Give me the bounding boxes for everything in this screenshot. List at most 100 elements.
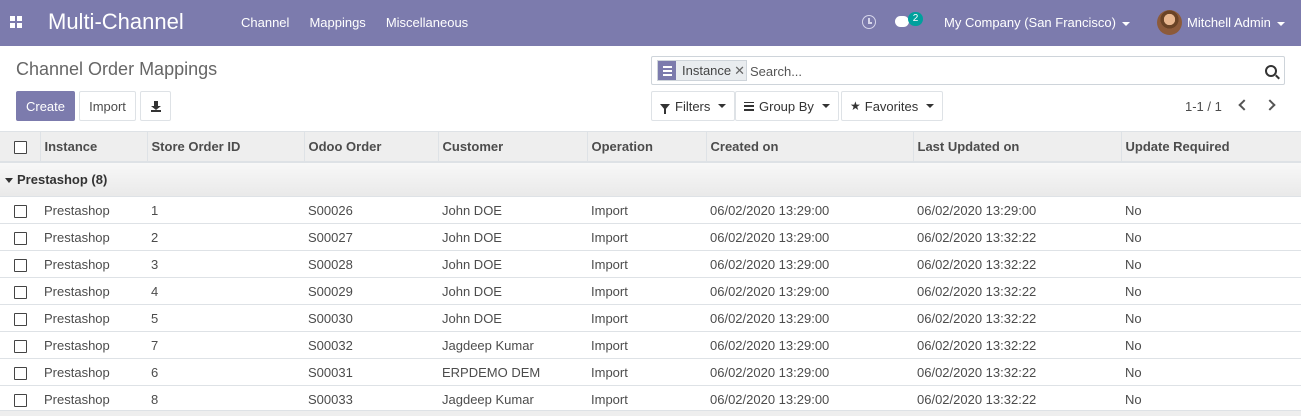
apps-menu-icon[interactable] [10,16,22,28]
app-brand[interactable]: Multi-Channel [48,9,184,35]
table-cell: No [1125,310,1142,326]
table-cell: 06/02/2020 13:32:22 [917,283,1037,299]
table-cell: Prestashop [44,364,110,380]
download-icon [150,100,161,112]
table-cell: Import [591,391,628,407]
caret-down-icon [5,177,13,183]
table-row[interactable]: Prestashop 3 S00028 John DOE Import 06/02/202… [0,250,1301,278]
activity-clock-icon[interactable] [862,15,876,29]
table-cell: 06/02/2020 13:32:22 [917,229,1037,245]
table-cell: Prestashop [44,391,110,407]
caret-down-icon [821,104,830,108]
table-cell: S00030 [308,310,353,326]
search-input[interactable] [750,62,1250,80]
row-checkbox[interactable] [14,258,27,272]
bars-icon [744,101,754,111]
row-checkbox[interactable] [14,312,27,326]
avatar[interactable] [1157,10,1182,35]
table-cell: Prestashop [44,256,110,272]
table-cell: Jagdeep Kumar [442,391,534,407]
row-checkbox[interactable] [14,285,27,299]
table-row[interactable]: Prestashop 1 S00026 John DOE Import 06/02/202… [0,196,1301,224]
table-row[interactable]: Prestashop 6 S00031 ERPDEMO DEM Import 06/02/… [0,358,1301,386]
row-select-cell [0,278,40,305]
menu-mappings[interactable]: Mappings [299,0,375,46]
table-cell: Import [591,256,628,272]
facet-remove-icon[interactable]: ✕ [734,61,746,80]
chevron-right-icon[interactable] [1264,99,1276,111]
export-button[interactable] [140,91,171,121]
table-cell: Prestashop [44,229,110,245]
filter-icon [660,104,670,114]
column-header[interactable]: Last Updated on [912,131,1121,162]
column-header[interactable]: Created on [705,131,913,162]
table-cell: Import [591,364,628,380]
chevron-left-icon[interactable] [1238,99,1250,111]
row-select-cell [0,305,40,332]
column-header[interactable]: Update Required [1120,131,1301,162]
column-header[interactable]: Odoo Order [303,131,438,162]
table-row[interactable]: Prestashop 8 S00033 Jagdeep Kumar Import 06/0… [0,385,1301,413]
column-header[interactable]: Operation [586,131,706,162]
table-cell: S00032 [308,337,353,353]
table-cell: No [1125,202,1142,218]
group-by-button[interactable]: Group By [735,91,839,121]
column-header[interactable]: Instance [39,131,147,162]
table-row[interactable]: Prestashop 4 S00029 John DOE Import 06/02/202… [0,277,1301,305]
chat-bubble-icon[interactable] [895,16,909,27]
page-title: Channel Order Mappings [16,59,218,79]
column-header[interactable]: Customer [437,131,587,162]
group-row[interactable]: Prestashop (8) [0,161,1301,197]
table-cell: John DOE [442,310,502,326]
table-cell: Import [591,283,628,299]
column-header[interactable]: Store Order ID [146,131,304,162]
caret-down-icon [1121,21,1130,26]
main-menu: Channel Mappings Miscellaneous [231,0,478,46]
menu-miscellaneous[interactable]: Miscellaneous [376,0,478,46]
menu-channel[interactable]: Channel [231,0,299,46]
row-checkbox[interactable] [14,366,27,380]
table-footer [0,410,1301,416]
table-cell: John DOE [442,202,502,218]
group-by-label: Group By [759,98,814,114]
table-row[interactable]: Prestashop 2 S00027 John DOE Import 06/02/202… [0,223,1301,251]
group-by-facet-icon [658,61,676,80]
select-all-checkbox[interactable] [14,140,27,154]
table-cell: 4 [151,283,159,299]
pager-value[interactable]: 1-1 / 1 [1185,99,1222,114]
favorites-button[interactable]: ★ Favorites [841,91,944,121]
row-checkbox[interactable] [14,393,27,407]
table-cell: 06/02/2020 13:29:00 [710,256,830,272]
table-row[interactable]: Prestashop 7 S00032 Jagdeep Kumar Import 06/0… [0,331,1301,359]
row-select-cell [0,251,40,278]
table-cell: Jagdeep Kumar [442,337,534,353]
create-button[interactable]: Create [16,91,75,121]
caret-down-icon [1276,21,1285,26]
row-checkbox[interactable] [14,339,27,353]
table-cell: S00028 [308,256,353,272]
search-bar[interactable]: Instance ✕ [651,56,1285,85]
table-cell: No [1125,256,1142,272]
import-button[interactable]: Import [79,91,136,121]
row-select-cell [0,224,40,251]
table-row[interactable]: Prestashop 5 S00030 John DOE Import 06/02/202… [0,304,1301,332]
company-switcher[interactable]: My Company (San Francisco) [944,0,1130,46]
table-cell: Prestashop [44,337,110,353]
row-checkbox[interactable] [14,204,27,218]
table-cell: John DOE [442,283,502,299]
table-cell: No [1125,391,1142,407]
order-mappings-table: Instance Store Order ID Odoo Order Custo… [0,131,1301,413]
table-cell: S00027 [308,229,353,245]
row-select-cell [0,332,40,359]
table-cell: No [1125,229,1142,245]
table-cell: 06/02/2020 13:29:00 [710,337,830,353]
table-cell: 06/02/2020 13:29:00 [710,229,830,245]
filters-button[interactable]: Filters [651,91,736,121]
caret-down-icon [926,104,935,108]
table-cell: John DOE [442,229,502,245]
user-menu[interactable]: Mitchell Admin [1187,0,1285,46]
search-icon[interactable] [1265,65,1277,77]
row-checkbox[interactable] [14,231,27,245]
table-cell: 06/02/2020 13:29:00 [710,391,830,407]
table-cell: 3 [151,256,159,272]
